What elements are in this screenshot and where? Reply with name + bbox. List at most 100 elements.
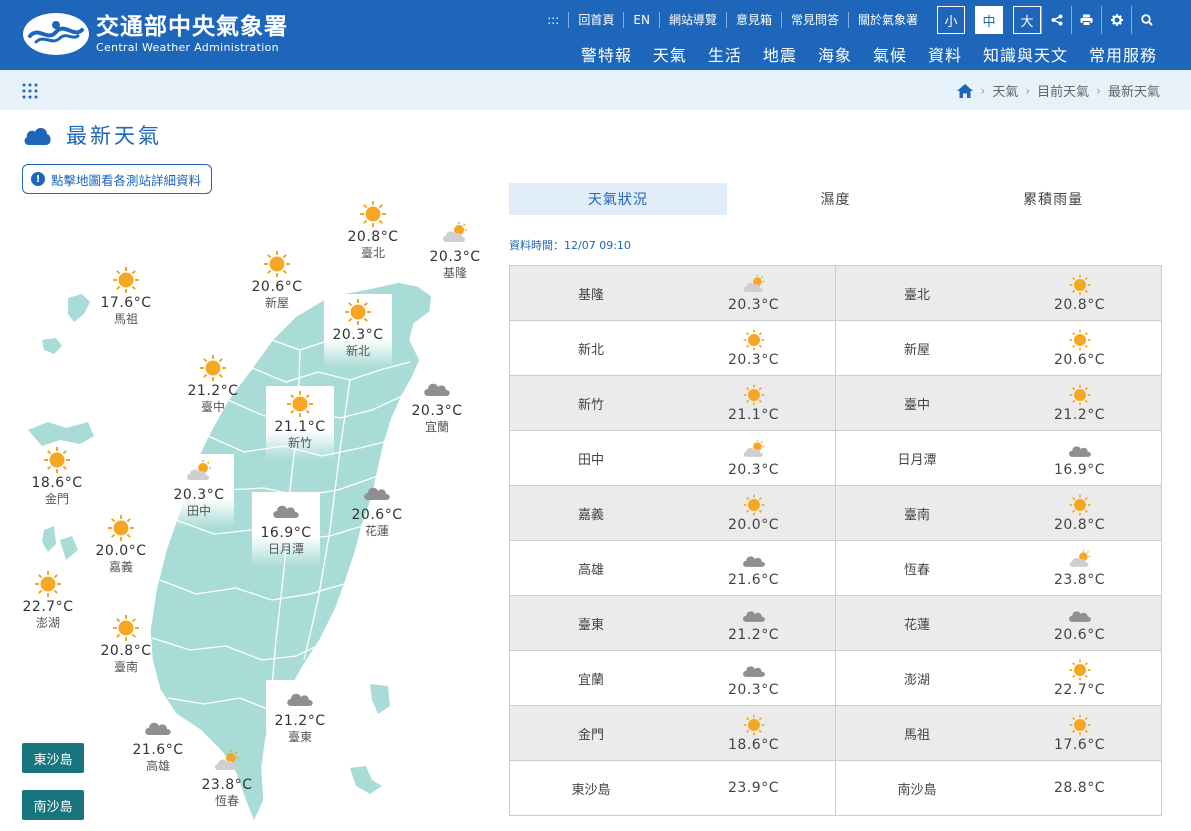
breadcrumb-weather[interactable]: 天氣	[992, 81, 1018, 100]
home-icon[interactable]	[956, 83, 974, 99]
map-station-sun-moon-lake[interactable]: 16.9°C 日月潭	[252, 492, 320, 566]
map-station-keelung[interactable]: 20.3°C 基隆	[420, 220, 490, 281]
map-station-xinwu[interactable]: 20.6°C 新屋	[242, 250, 312, 311]
grid-dots-icon[interactable]	[22, 83, 38, 99]
map-station-hualien[interactable]: 20.6°C 花蓮	[342, 478, 412, 539]
font-size-medium-button[interactable]: 中	[975, 6, 1003, 34]
station-name: 宜蘭	[424, 420, 449, 434]
feedback-link[interactable]: 意見箱	[725, 12, 781, 28]
tab-weather-condition[interactable]: 天氣狀況	[509, 183, 727, 215]
print-icon[interactable]	[1071, 6, 1101, 34]
home-link[interactable]: 回首頁	[568, 12, 623, 28]
station-name: 新北	[345, 344, 370, 358]
nav-weather[interactable]: 天氣	[653, 42, 687, 66]
faq-link[interactable]: 常見問答	[780, 12, 848, 28]
sunny-icon	[264, 251, 290, 277]
map-station-kinmen[interactable]: 18.6°C 金門	[22, 446, 92, 507]
map-station-tianzhong[interactable]: 20.3°C 田中	[164, 454, 234, 528]
map-station-taitung[interactable]: 21.2°C 臺東	[266, 680, 334, 754]
utility-bar: ::: 回首頁 EN 網站導覽 意見箱 常見問答 關於氣象署 小 中 大	[538, 6, 1161, 34]
station-value-cell: 21.1°C	[672, 376, 836, 431]
font-size-large-button[interactable]: 大	[1013, 6, 1041, 34]
station-temp: 20.8°C	[347, 229, 399, 245]
map-station-new-taipei[interactable]: 20.3°C 新北	[324, 294, 392, 368]
station-value-cell: 20.0°C	[672, 486, 836, 541]
map-station-hsinchu[interactable]: 21.1°C 新竹	[266, 386, 334, 460]
nav-services[interactable]: 常用服務	[1089, 42, 1157, 66]
map-station-taichung[interactable]: 21.2°C 臺中	[178, 354, 248, 415]
map-station-yilan[interactable]: 20.3°C 宜蘭	[402, 374, 472, 435]
nav-earthquake[interactable]: 地震	[763, 42, 797, 66]
cloudy-icon	[273, 505, 299, 518]
station-name-cell[interactable]: 東沙島	[510, 761, 672, 816]
station-name-cell[interactable]: 臺東	[510, 596, 672, 651]
temperature-value: 18.6°C	[728, 736, 779, 753]
map-station-matsu[interactable]: 17.6°C 馬祖	[91, 266, 161, 327]
station-name-cell[interactable]: 南沙島	[836, 761, 998, 816]
nansha-island-button[interactable]: 南沙島	[22, 790, 84, 820]
station-name-cell[interactable]: 花蓮	[836, 596, 998, 651]
station-name: 馬祖	[113, 312, 138, 326]
map-station-chiayi[interactable]: 20.0°C 嘉義	[86, 514, 156, 575]
temperature-value: 21.6°C	[728, 571, 779, 588]
tab-accumulated-rainfall[interactable]: 累積雨量	[944, 183, 1162, 215]
station-name: 高雄	[145, 759, 170, 773]
station-name-cell[interactable]: 臺中	[836, 376, 998, 431]
map-station-penghu[interactable]: 22.7°C 澎湖	[13, 570, 83, 631]
nav-life[interactable]: 生活	[708, 42, 742, 66]
nav-climate[interactable]: 氣候	[873, 42, 907, 66]
tab-humidity[interactable]: 濕度	[727, 183, 945, 215]
station-name-cell[interactable]: 田中	[510, 431, 672, 486]
station-name-cell[interactable]: 新竹	[510, 376, 672, 431]
breadcrumb-latest-weather[interactable]: 最新天氣	[1108, 81, 1160, 100]
temperature-value: 20.6°C	[1054, 626, 1105, 643]
station-name: 臺東	[287, 730, 312, 744]
station-value-cell: 18.6°C	[672, 706, 836, 761]
site-logo[interactable]: 交通部中央氣象署 Central Weather Administration	[22, 12, 288, 56]
station-value-cell: 22.7°C	[998, 651, 1162, 706]
station-name-cell[interactable]: 恆春	[836, 541, 998, 596]
nav-marine[interactable]: 海象	[818, 42, 852, 66]
english-link[interactable]: EN	[623, 12, 659, 28]
station-name-cell[interactable]: 澎湖	[836, 651, 998, 706]
sitemap-link[interactable]: 網站導覽	[658, 12, 726, 28]
station-temp: 20.6°C	[251, 279, 303, 295]
station-name-cell[interactable]: 嘉義	[510, 486, 672, 541]
temperature-value: 17.6°C	[1054, 736, 1105, 753]
dongsha-island-button[interactable]: 東沙島	[22, 743, 84, 773]
station-name-cell[interactable]: 基隆	[510, 266, 672, 321]
cloudy-icon	[364, 487, 390, 500]
about-link[interactable]: 關於氣象署	[847, 12, 927, 28]
station-name-cell[interactable]: 臺南	[836, 486, 998, 541]
station-name-cell[interactable]: 宜蘭	[510, 651, 672, 706]
taiwan-weather-map[interactable]: 20.8°C 臺北 20.3°C 基隆 20.6°C 新屋 17.6°C 馬祖 …	[0, 190, 500, 831]
gear-icon[interactable]	[1101, 6, 1131, 34]
map-station-taipei[interactable]: 20.8°C 臺北	[338, 200, 408, 261]
station-name-cell[interactable]: 日月潭	[836, 431, 998, 486]
search-icon[interactable]	[1131, 6, 1161, 34]
observation-table: 基隆 20.3°C 臺北 20.8°C 新北 20.3°C 新屋 20.6°C 新竹 21.1°C…	[509, 265, 1162, 816]
station-name-cell[interactable]: 馬祖	[836, 706, 998, 761]
station-name-cell[interactable]: 金門	[510, 706, 672, 761]
station-name-cell[interactable]: 新屋	[836, 321, 998, 376]
cloudy-icon	[742, 665, 765, 677]
station-name-cell[interactable]: 高雄	[510, 541, 672, 596]
station-name-cell[interactable]: 新北	[510, 321, 672, 376]
station-name: 基隆	[442, 266, 467, 280]
map-station-tainan[interactable]: 20.8°C 臺南	[91, 614, 161, 675]
nav-knowledge[interactable]: 知識與天文	[983, 42, 1068, 66]
nav-warnings[interactable]: 警特報	[581, 42, 632, 66]
station-temp: 21.2°C	[274, 713, 326, 729]
share-icon[interactable]	[1041, 6, 1071, 34]
map-station-hengchun[interactable]: 23.8°C 恆春	[192, 748, 262, 809]
station-temp: 23.8°C	[201, 777, 253, 793]
station-name-cell[interactable]: 臺北	[836, 266, 998, 321]
temperature-value: 20.3°C	[728, 296, 779, 313]
font-size-small-button[interactable]: 小	[937, 6, 965, 34]
breadcrumb-current-weather[interactable]: 目前天氣	[1037, 81, 1089, 100]
nav-data[interactable]: 資料	[928, 42, 962, 66]
accesskey-link[interactable]: :::	[538, 12, 568, 28]
map-station-kaohsiung[interactable]: 21.6°C 高雄	[123, 713, 193, 774]
table-row: 宜蘭 20.3°C 澎湖 22.7°C	[510, 651, 1162, 706]
sunny-icon	[108, 515, 134, 541]
